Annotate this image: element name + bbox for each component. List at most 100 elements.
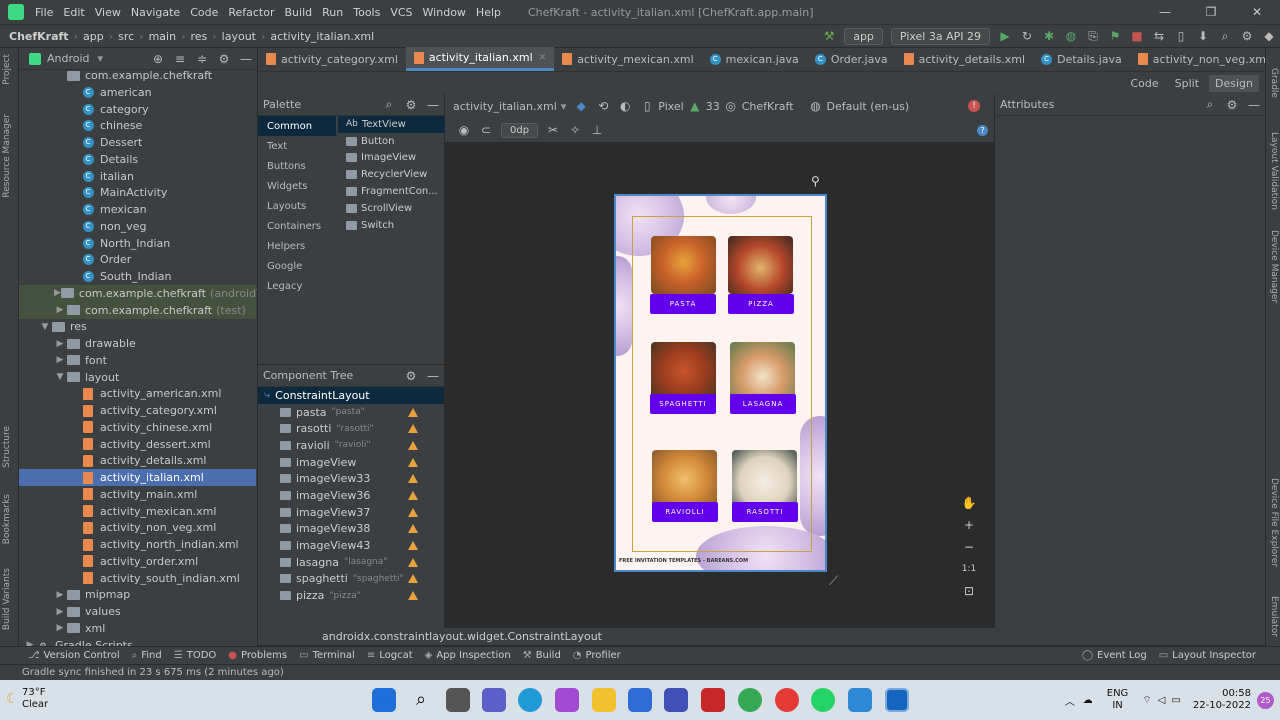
api-select[interactable]: 33 — [706, 100, 720, 113]
apply-changes-icon[interactable]: ⚑ — [1107, 28, 1123, 44]
default-margin-field[interactable]: 0dp — [501, 122, 539, 138]
chevron-right-icon[interactable]: ▶ — [54, 623, 66, 633]
zoom-in-icon[interactable]: + — [964, 514, 974, 536]
layout-validation-tool-button[interactable]: Layout Validation — [1269, 132, 1279, 210]
warning-icon[interactable] — [408, 407, 418, 417]
layout-preview[interactable]: PASTA PIZZA SPAGHETTI LASAGNA RAVIOLLI R… — [614, 194, 827, 572]
close-icon[interactable]: ✕ — [1234, 0, 1280, 25]
infer-constraints-icon[interactable]: ✧ — [567, 122, 583, 138]
tool-window-problems[interactable]: ● Problems — [228, 650, 287, 661]
ravioli-image[interactable] — [652, 450, 717, 508]
project-tree-item[interactable]: activity_order.xml — [19, 553, 256, 570]
start-icon[interactable] — [372, 688, 396, 712]
spaghetti-button[interactable]: SPAGHETTI — [650, 394, 716, 414]
chevron-right-icon[interactable]: ▶ — [54, 339, 66, 349]
chevron-right-icon[interactable]: ▶ — [54, 590, 66, 600]
breadcrumb-layout[interactable]: layout — [219, 30, 259, 43]
emulator-tool-button[interactable]: Emulator — [1269, 596, 1279, 637]
spaghetti-image[interactable] — [651, 342, 716, 400]
menu-edit[interactable]: Edit — [58, 6, 89, 19]
pasta-button[interactable]: PASTA — [650, 294, 716, 314]
orientation-icon[interactable]: ⟲ — [595, 98, 611, 114]
ravioli-button[interactable]: RAVIOLLI — [652, 502, 718, 522]
warning-icon[interactable] — [408, 474, 418, 484]
device-icon[interactable]: ▯ — [639, 98, 655, 114]
photos-icon[interactable] — [848, 688, 872, 712]
gear-icon[interactable]: ⚙ — [403, 97, 419, 113]
chrome-icon[interactable] — [738, 688, 762, 712]
menu-refactor[interactable]: Refactor — [223, 6, 279, 19]
menu-window[interactable]: Window — [418, 6, 471, 19]
guidelines-icon[interactable]: ⊥ — [589, 122, 605, 138]
maximize-icon[interactable]: ❐ — [1188, 0, 1234, 25]
gear-icon[interactable]: ⚙ — [216, 51, 232, 67]
assistant-icon[interactable]: ◆ — [1261, 28, 1277, 44]
hide-icon[interactable]: — — [238, 51, 254, 67]
search-icon[interactable]: ⌕ — [381, 97, 397, 113]
project-tree-item[interactable]: Camerican — [19, 84, 256, 101]
menu-tools[interactable]: Tools — [348, 6, 385, 19]
notification-badge[interactable]: 25 — [1257, 691, 1274, 709]
tool-window-layout-inspector[interactable]: ▭ Layout Inspector — [1159, 650, 1256, 661]
menu-view[interactable]: View — [90, 6, 126, 19]
tool-window-build[interactable]: ⚒ Build — [523, 650, 561, 661]
palette-category-common[interactable]: Common — [258, 116, 336, 136]
zoom-out-icon[interactable]: − — [964, 536, 974, 558]
pin-icon[interactable]: ⚲ — [811, 174, 820, 188]
menu-file[interactable]: File — [30, 6, 58, 19]
attach-debugger-icon[interactable]: ⎘ — [1085, 28, 1101, 44]
resource-manager-tool-button[interactable]: Resource Manager — [2, 114, 12, 198]
project-tree-item[interactable]: ▶ xml — [19, 620, 256, 637]
settings-gear-icon[interactable]: ⚙ — [1239, 28, 1255, 44]
component-pizza[interactable]: pizza "pizza" — [258, 587, 444, 604]
close-icon[interactable]: ✕ — [539, 53, 547, 63]
project-tool-button[interactable]: Project — [2, 54, 12, 85]
menu-code[interactable]: Code — [185, 6, 223, 19]
task-view-icon[interactable] — [446, 688, 470, 712]
component-tree-root[interactable]: ⤷ ConstraintLayout — [258, 387, 444, 404]
tool-window-version-control[interactable]: ⎇ Version Control — [28, 650, 120, 661]
layers-icon[interactable]: ◆ — [573, 98, 589, 114]
project-tree-item[interactable]: C South_Indian — [19, 268, 256, 285]
tool-window-todo[interactable]: ☰ TODO — [174, 650, 217, 661]
minimize-icon[interactable]: — — [1142, 0, 1188, 25]
project-tree-item[interactable]: activity_category.xml — [19, 402, 256, 419]
collapse-all-icon[interactable]: ≑ — [194, 51, 210, 67]
volume-icon[interactable]: ◁ — [1158, 695, 1166, 706]
project-tree-item[interactable]: com.example.chefkraft — [19, 70, 256, 84]
pizza-image[interactable] — [728, 236, 793, 294]
chevron-down-icon[interactable]: ▼ — [54, 372, 66, 382]
project-view-select[interactable]: Android — [47, 52, 90, 65]
breadcrumb-activity-italian-xml[interactable]: activity_italian.xml — [267, 30, 377, 43]
project-tree-item[interactable]: C North_Indian — [19, 235, 256, 252]
tab-mexican-java[interactable]: Cmexican.java — [702, 47, 807, 71]
project-tree-item[interactable]: ▶ drawable — [19, 335, 256, 352]
hammer-icon[interactable]: ⚒ — [821, 28, 837, 44]
project-tree-item[interactable]: C Dessert — [19, 134, 256, 151]
tool-window-find[interactable]: ⌕ Find — [132, 650, 162, 661]
file-explorer-icon[interactable] — [592, 688, 616, 712]
component-path[interactable]: androidx.constraintlayout.widget.Constra… — [258, 628, 1265, 645]
stop-icon[interactable]: ■ — [1129, 28, 1145, 44]
palette-item-imageview[interactable]: ImageView — [338, 150, 445, 167]
tab-details-java[interactable]: C Details.java — [1033, 47, 1130, 71]
expand-all-icon[interactable]: ≡ — [172, 51, 188, 67]
warning-icon[interactable] — [408, 424, 418, 434]
menu-help[interactable]: Help — [471, 6, 506, 19]
warning-icon[interactable] — [408, 457, 418, 467]
component-imageview38[interactable]: imageView38 — [258, 521, 444, 538]
theme-select[interactable]: ChefKraft — [742, 100, 794, 113]
project-tree-item[interactable]: activity_italian.xml — [19, 469, 256, 486]
warning-icon[interactable] — [408, 591, 418, 601]
language-indicator[interactable]: ENG IN — [1107, 688, 1129, 712]
component-spaghetti[interactable]: spaghetti "spaghetti" — [258, 571, 444, 588]
project-tree-item[interactable]: Ccategory — [19, 101, 256, 118]
zoom-actual-icon[interactable]: 1:1 — [962, 558, 976, 580]
wifi-icon[interactable]: ⌔ — [1142, 694, 1151, 707]
project-tree-item[interactable]: C Order — [19, 251, 256, 268]
menu-navigate[interactable]: Navigate — [126, 6, 185, 19]
breadcrumb-src[interactable]: src — [115, 30, 137, 43]
design-canvas[interactable]: ⚲ PASTA PIZZA SPAGHETTI LASAGNA RAVIOLLI… — [445, 142, 994, 628]
project-tree-item[interactable]: C Details — [19, 151, 256, 168]
zoom-fit-icon[interactable]: ⊡ — [964, 580, 974, 602]
